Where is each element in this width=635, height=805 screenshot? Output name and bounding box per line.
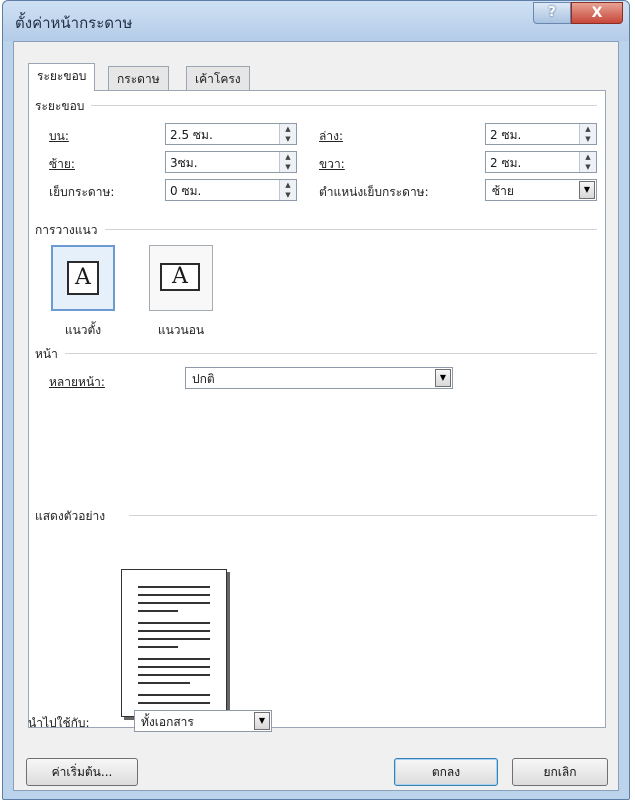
dialog-title: ตั้งค่าหน้ากระดาษ bbox=[15, 14, 133, 32]
spinner-arrows[interactable]: ▲ ▼ bbox=[579, 124, 596, 144]
section-divider bbox=[91, 105, 597, 106]
orientation-section-title: การวางแนว bbox=[35, 223, 98, 237]
bottom-margin-value: 2 ซม. bbox=[490, 128, 522, 142]
gutter-label: เย็บกระดาษ: bbox=[49, 185, 115, 199]
preview-line bbox=[138, 658, 210, 660]
apply-to-label: นำไปใช้กับ: bbox=[28, 716, 90, 730]
preview-line bbox=[138, 666, 210, 668]
bottom-margin-label: ล่าง: bbox=[319, 129, 343, 143]
preview-line bbox=[138, 694, 210, 696]
preview-line bbox=[138, 682, 190, 684]
top-margin-label: บน: bbox=[49, 129, 69, 143]
spin-up-icon[interactable]: ▲ bbox=[580, 124, 596, 134]
section-divider bbox=[129, 515, 597, 516]
tab-margins[interactable]: ระยะขอบ bbox=[28, 63, 96, 91]
right-margin-value: 2 ซม. bbox=[490, 156, 522, 170]
multiple-pages-label: หลายหน้า: bbox=[49, 375, 105, 389]
cancel-button[interactable]: ยกเลิก bbox=[512, 758, 608, 786]
spin-down-icon[interactable]: ▼ bbox=[280, 190, 296, 200]
tab-layout[interactable]: เค้าโครง bbox=[186, 66, 250, 90]
preview-line bbox=[138, 702, 210, 704]
left-margin-spinner[interactable]: 3ซม. ▲ ▼ bbox=[165, 151, 297, 173]
apply-to-select[interactable]: ทั้งเอกสาร ▼ bbox=[134, 710, 272, 732]
portrait-label: แนวตั้ง bbox=[64, 323, 102, 337]
gutter-position-select[interactable]: ซ้าย ▼ bbox=[485, 179, 597, 201]
set-default-button[interactable]: ค่าเริ่มต้น... bbox=[26, 758, 138, 786]
preview-line bbox=[138, 646, 178, 648]
right-margin-spinner[interactable]: 2 ซม. ▲ ▼ bbox=[485, 151, 597, 173]
help-button[interactable]: ? bbox=[533, 2, 571, 24]
top-margin-value: 2.5 ซม. bbox=[170, 128, 213, 142]
landscape-option[interactable]: A bbox=[149, 245, 213, 311]
portrait-page-icon: A bbox=[67, 261, 99, 295]
portrait-option[interactable]: A bbox=[51, 245, 115, 311]
section-divider bbox=[105, 229, 597, 230]
multiple-pages-value: ปกติ bbox=[192, 372, 215, 386]
gutter-position-value: ซ้าย bbox=[492, 184, 514, 198]
right-margin-label: ขวา: bbox=[319, 157, 345, 171]
spin-down-icon[interactable]: ▼ bbox=[580, 134, 596, 144]
close-button[interactable]: X bbox=[571, 2, 623, 24]
apply-to-value: ทั้งเอกสาร bbox=[141, 715, 194, 729]
chevron-down-icon[interactable]: ▼ bbox=[254, 712, 270, 730]
chevron-down-icon[interactable]: ▼ bbox=[435, 369, 451, 387]
spinner-arrows[interactable]: ▲ ▼ bbox=[279, 180, 296, 200]
left-margin-label: ซ้าย: bbox=[49, 157, 75, 171]
spin-down-icon[interactable]: ▼ bbox=[280, 134, 296, 144]
landscape-page-icon: A bbox=[160, 263, 200, 291]
preview-line bbox=[138, 610, 178, 612]
spin-up-icon[interactable]: ▲ bbox=[580, 152, 596, 162]
preview-line bbox=[138, 602, 210, 604]
multiple-pages-select[interactable]: ปกติ ▼ bbox=[185, 367, 453, 389]
preview-line bbox=[138, 674, 210, 676]
preview-line bbox=[138, 630, 210, 632]
spinner-arrows[interactable]: ▲ ▼ bbox=[279, 152, 296, 172]
preview-line bbox=[138, 622, 210, 624]
spinner-arrows[interactable]: ▲ ▼ bbox=[279, 124, 296, 144]
spinner-arrows[interactable]: ▲ ▼ bbox=[579, 152, 596, 172]
landscape-label: แนวนอน bbox=[157, 323, 205, 337]
dialog-body: ระยะขอบ กระดาษ เค้าโครง ระยะขอบ บน: 2.5 … bbox=[13, 41, 619, 791]
page-preview bbox=[121, 569, 227, 717]
left-margin-value: 3ซม. bbox=[170, 156, 198, 170]
title-bar[interactable]: ตั้งค่าหน้ากระดาษ ? X bbox=[3, 1, 629, 41]
gutter-spinner[interactable]: 0 ซม. ▲ ▼ bbox=[165, 179, 297, 201]
pages-section-title: หน้า bbox=[35, 347, 58, 361]
preview-line bbox=[138, 638, 210, 640]
tab-paper[interactable]: กระดาษ bbox=[108, 66, 169, 90]
margins-section-title: ระยะขอบ bbox=[35, 99, 85, 113]
ok-button[interactable]: ตกลง bbox=[394, 758, 498, 786]
chevron-down-icon[interactable]: ▼ bbox=[579, 181, 595, 199]
preview-section-title: แสดงตัวอย่าง bbox=[35, 509, 106, 523]
spin-up-icon[interactable]: ▲ bbox=[280, 152, 296, 162]
section-divider bbox=[65, 353, 597, 354]
top-margin-spinner[interactable]: 2.5 ซม. ▲ ▼ bbox=[165, 123, 297, 145]
page-setup-dialog: ตั้งค่าหน้ากระดาษ ? X ระยะขอบ กระดาษ เค้… bbox=[2, 0, 630, 800]
bottom-margin-spinner[interactable]: 2 ซม. ▲ ▼ bbox=[485, 123, 597, 145]
spin-up-icon[interactable]: ▲ bbox=[280, 124, 296, 134]
gutter-value: 0 ซม. bbox=[170, 184, 202, 198]
preview-line bbox=[138, 594, 210, 596]
spin-down-icon[interactable]: ▼ bbox=[580, 162, 596, 172]
spin-down-icon[interactable]: ▼ bbox=[280, 162, 296, 172]
gutter-position-label: ตำแหน่งเย็บกระดาษ: bbox=[319, 185, 429, 199]
spin-up-icon[interactable]: ▲ bbox=[280, 180, 296, 190]
preview-line bbox=[138, 586, 210, 588]
tab-panel-margins: ระยะขอบ บน: 2.5 ซม. ▲ ▼ ล่าง: 2 ซม. ▲ ▼ ซ้… bbox=[28, 90, 606, 728]
